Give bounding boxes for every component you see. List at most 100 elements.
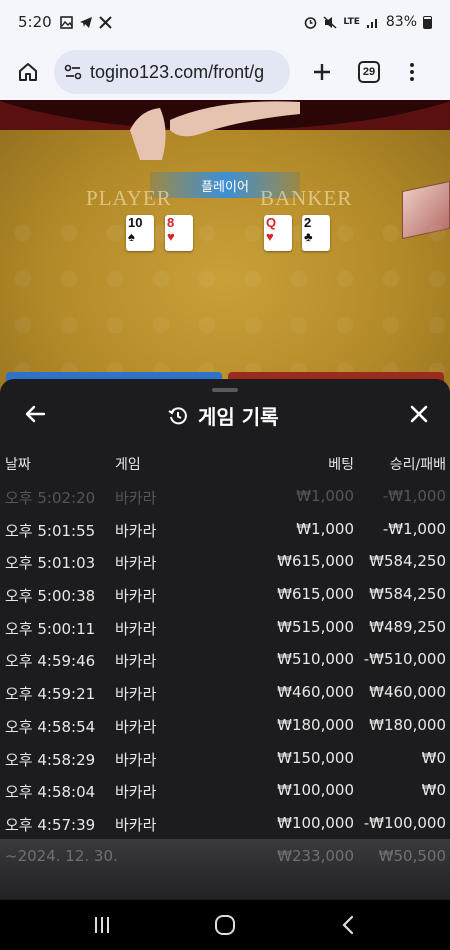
history-row: 오후 4:58:29 바카라 ₩150,000 ₩0 bbox=[0, 741, 450, 774]
column-date: 날짜 bbox=[5, 457, 31, 473]
row-date: 오후 5:01:55 bbox=[5, 521, 96, 540]
history-icon bbox=[168, 406, 187, 424]
url-text[interactable]: togino123.com/front/g bbox=[90, 62, 264, 83]
chevron-left-icon bbox=[342, 915, 354, 935]
home-circle-icon bbox=[214, 915, 235, 935]
row-bet: ₩510,000 bbox=[277, 650, 354, 669]
sheet-title-text: 게임 기록 bbox=[198, 405, 279, 429]
dealer-hands bbox=[130, 101, 300, 160]
system-nav-bar bbox=[0, 900, 450, 950]
row-bet: ₩1,000 bbox=[296, 487, 354, 505]
row-game: 바카라 bbox=[115, 652, 157, 671]
dot-icon bbox=[410, 77, 414, 81]
history-list[interactable]: 오후 5:02:20 바카라 ₩1,000 -₩1,000 오후 5:01:55… bbox=[0, 479, 450, 839]
alarm-icon bbox=[305, 16, 317, 29]
history-row: 오후 5:02:20 바카라 ₩1,000 -₩1,000 bbox=[0, 479, 450, 512]
row-date: 오후 5:00:38 bbox=[5, 587, 96, 606]
row-game: 바카라 bbox=[115, 717, 157, 736]
row-bet: ₩100,000 bbox=[277, 813, 354, 832]
address-bar[interactable]: togino123.com/front/g bbox=[54, 50, 290, 94]
player-label: PLAYER bbox=[86, 186, 172, 210]
row-result: ₩584,250 bbox=[369, 552, 446, 571]
row-bet: ₩1,000 bbox=[296, 519, 354, 538]
history-summary-row: ~2024. 12. 30. ₩233,000 ₩50,500 bbox=[0, 839, 450, 899]
back-nav-button[interactable] bbox=[328, 905, 368, 945]
column-result: 승리/패배 bbox=[389, 457, 446, 473]
home-nav-button[interactable] bbox=[205, 905, 245, 945]
telegram-icon bbox=[79, 16, 92, 28]
plus-icon bbox=[314, 64, 330, 80]
sheet-title: 게임 기록 bbox=[168, 401, 279, 430]
row-bet: ₩515,000 bbox=[277, 617, 354, 636]
recents-button[interactable] bbox=[82, 905, 122, 945]
row-result: -₩510,000 bbox=[363, 650, 446, 669]
history-row: 오후 5:00:11 바카라 ₩515,000 ₩489,250 bbox=[0, 610, 450, 643]
game-history-sheet: 게임 기록 날짜 게임 베팅 승리/패배 오후 5:02:20 바카라 ₩1,0… bbox=[0, 379, 450, 900]
signal-icon bbox=[366, 18, 377, 28]
row-date: 오후 4:58:54 bbox=[5, 717, 96, 736]
row-game: 바카라 bbox=[115, 521, 157, 540]
row-bet: ₩615,000 bbox=[277, 585, 354, 604]
row-result: -₩1,000 bbox=[382, 487, 446, 505]
row-result: ₩0 bbox=[421, 748, 446, 767]
row-game: 바카라 bbox=[115, 619, 157, 638]
live-game-view[interactable]: 플레이어 PLAYER BANKER 10♠ 8♥ Q♥ 2♣ bbox=[0, 100, 450, 400]
history-row: 오후 4:58:54 바카라 ₩180,000 ₩180,000 bbox=[0, 708, 450, 741]
row-bet: ₩150,000 bbox=[277, 748, 354, 767]
battery-percent: 83% bbox=[385, 14, 417, 30]
row-result: ₩584,250 bbox=[369, 585, 446, 604]
row-bet: ₩180,000 bbox=[277, 715, 354, 734]
row-result: -₩1,000 bbox=[382, 519, 446, 538]
row-game: 바카라 bbox=[115, 815, 157, 834]
row-result: ₩489,250 bbox=[369, 617, 446, 636]
row-bet: ₩100,000 bbox=[277, 781, 354, 800]
drag-handle[interactable] bbox=[212, 388, 238, 392]
column-bet: 베팅 bbox=[328, 457, 354, 473]
history-row: 오후 5:00:38 바카라 ₩615,000 ₩584,250 bbox=[0, 577, 450, 610]
close-icon bbox=[410, 405, 428, 423]
arrow-left-icon bbox=[25, 405, 46, 423]
gallery-icon bbox=[59, 15, 73, 29]
row-result: ₩0 bbox=[421, 781, 446, 800]
home-button[interactable] bbox=[10, 54, 46, 90]
dot-icon bbox=[410, 70, 414, 74]
history-row: 오후 4:59:46 바카라 ₩510,000 -₩510,000 bbox=[0, 642, 450, 675]
status-bar: 5:20 LTE 83% bbox=[0, 0, 450, 44]
history-row: 오후 5:01:03 바카라 ₩615,000 ₩584,250 bbox=[0, 544, 450, 577]
row-bet: ₩615,000 bbox=[277, 552, 354, 571]
more-menu-button[interactable] bbox=[402, 54, 422, 90]
row-date: 오후 4:59:21 bbox=[5, 685, 96, 704]
sheet-header: 게임 기록 bbox=[0, 393, 450, 437]
tab-switcher-button[interactable]: 29 bbox=[358, 61, 380, 83]
row-date: 오후 4:58:04 bbox=[5, 783, 96, 802]
row-result: ₩460,000 bbox=[369, 683, 446, 702]
tools-icon bbox=[98, 15, 112, 29]
row-game: 바카라 bbox=[115, 685, 157, 704]
back-button[interactable] bbox=[20, 399, 50, 429]
row-game: 바카라 bbox=[115, 750, 157, 769]
history-row: 오후 4:57:39 바카라 ₩100,000 -₩100,000 bbox=[0, 806, 450, 839]
notification-icons bbox=[59, 15, 112, 29]
row-result: -₩100,000 bbox=[363, 813, 446, 832]
status-time: 5:20 bbox=[18, 13, 52, 31]
row-date: 오후 4:59:46 bbox=[5, 652, 96, 671]
row-bet: ₩460,000 bbox=[277, 683, 354, 702]
summary-date: ~2024. 12. 30. bbox=[5, 847, 118, 865]
row-date: 오후 5:01:03 bbox=[5, 554, 96, 573]
summary-bet: ₩233,000 bbox=[277, 847, 354, 865]
row-game: 바카라 bbox=[115, 489, 157, 507]
row-game: 바카라 bbox=[115, 783, 157, 802]
column-game: 게임 bbox=[115, 457, 141, 473]
history-row: 오후 4:58:04 바카라 ₩100,000 ₩0 bbox=[0, 773, 450, 806]
dot-icon bbox=[410, 63, 414, 67]
history-row: 오후 5:01:55 바카라 ₩1,000 -₩1,000 bbox=[0, 512, 450, 545]
row-game: 바카라 bbox=[115, 587, 157, 606]
recents-icon bbox=[94, 917, 109, 933]
row-date: 오후 5:02:20 bbox=[5, 489, 96, 507]
summary-result: ₩50,500 bbox=[378, 847, 446, 865]
close-button[interactable] bbox=[404, 399, 434, 429]
history-row: 오후 4:59:21 바카라 ₩460,000 ₩460,000 bbox=[0, 675, 450, 708]
system-icons: LTE 83% bbox=[304, 14, 432, 30]
site-settings-icon[interactable] bbox=[64, 63, 82, 81]
new-tab-button[interactable] bbox=[304, 54, 340, 90]
